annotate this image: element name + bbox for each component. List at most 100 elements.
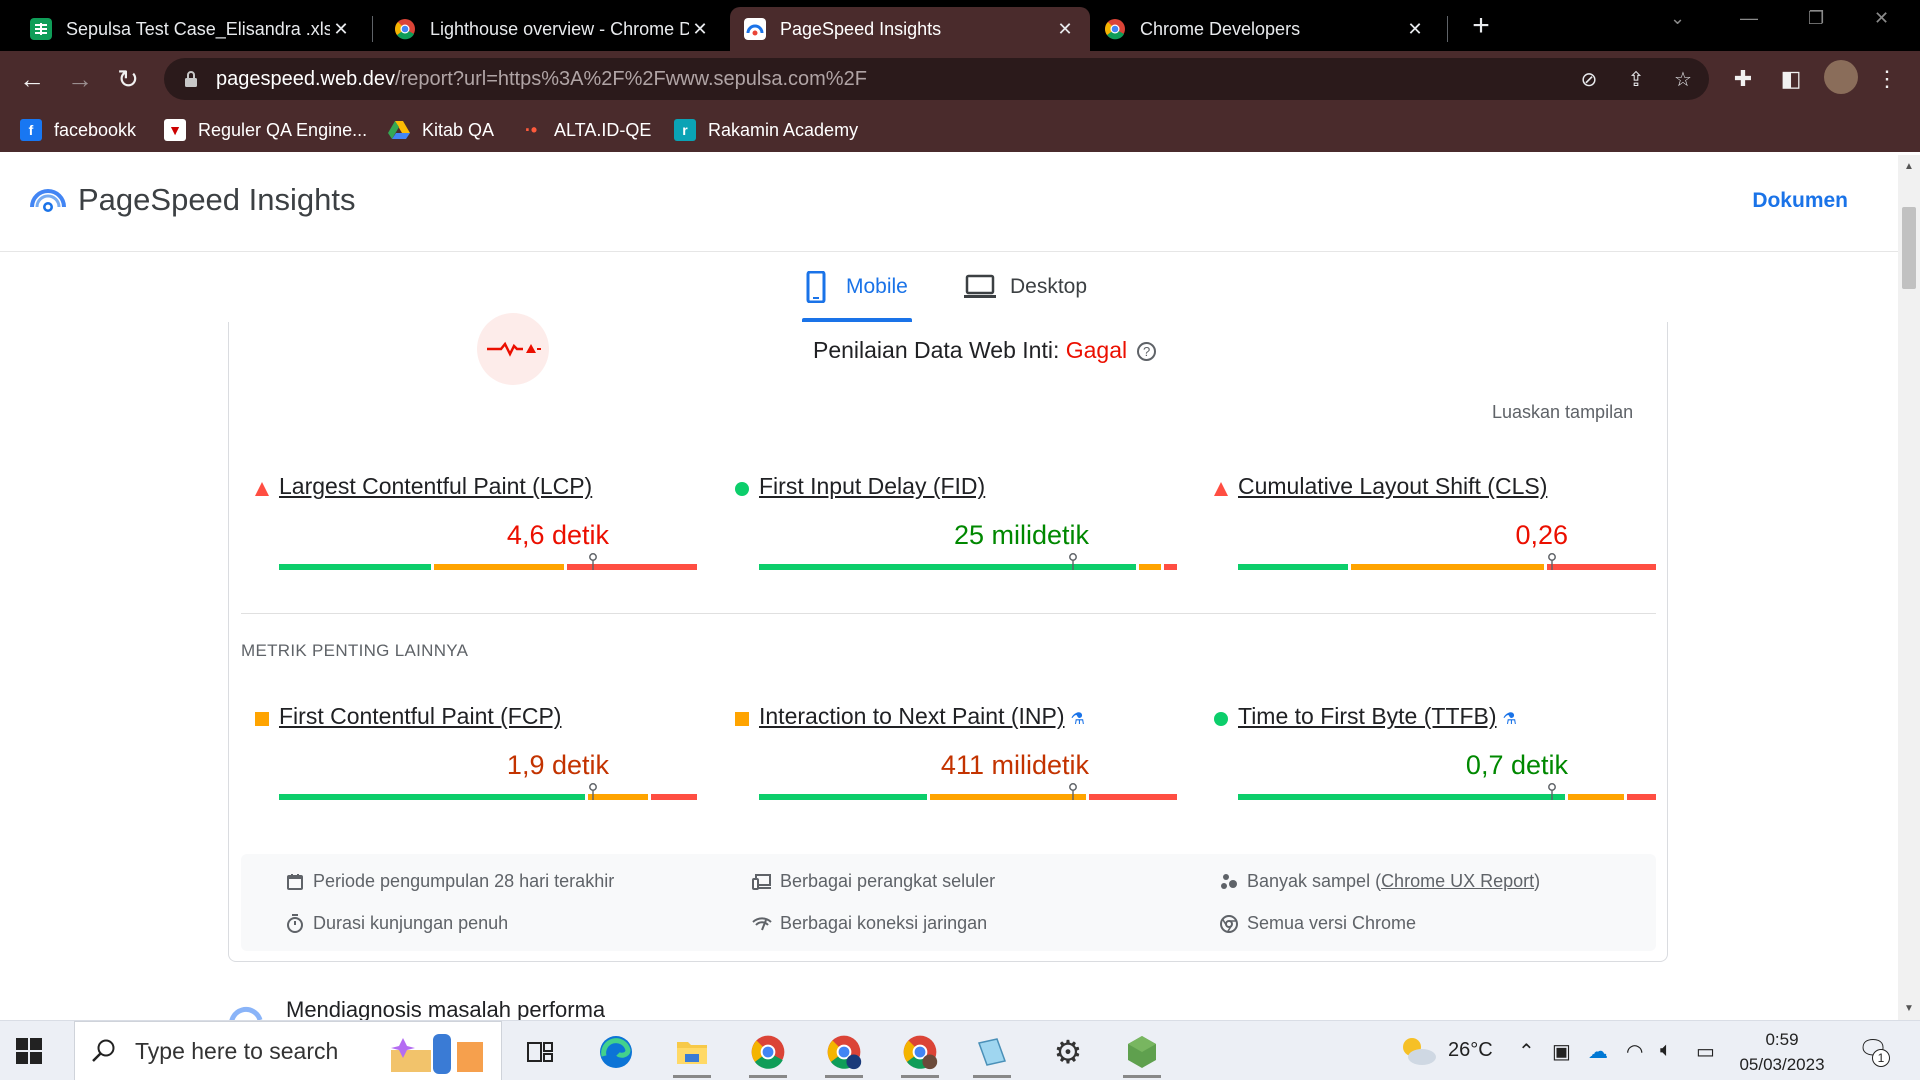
- share-icon[interactable]: ⇪: [1624, 67, 1648, 91]
- tab-sepulsa-test-case[interactable]: Sepulsa Test Case_Elisandra .xlsx ✕: [16, 7, 366, 51]
- close-window-button[interactable]: ✕: [1874, 8, 1889, 29]
- help-icon[interactable]: ?: [1137, 342, 1157, 361]
- battery-icon[interactable]: ▭: [1696, 1039, 1715, 1064]
- distribution-segment-average: [1568, 794, 1624, 800]
- tab-lighthouse-overview[interactable]: Lighthouse overview - Chrome D ✕: [380, 7, 725, 51]
- metric-value: 4,6 detik: [506, 520, 609, 550]
- tab-search-chevron-icon[interactable]: ⌄: [1670, 8, 1685, 29]
- eye-off-icon[interactable]: ⊘: [1577, 67, 1601, 91]
- tab-separator: [372, 16, 373, 42]
- settings-gear-icon[interactable]: ⚙: [1044, 1029, 1092, 1075]
- percentile-marker-icon: [1068, 553, 1078, 570]
- chrome-taskbar-icon[interactable]: [744, 1029, 792, 1078]
- forward-button[interactable]: →: [62, 61, 98, 97]
- bookmark-kitab-qa[interactable]: Kitab QA: [388, 116, 494, 144]
- metric-label[interactable]: First Input Delay (FID): [759, 473, 985, 500]
- scroll-thumb[interactable]: [1902, 207, 1916, 289]
- calendar-icon: [285, 872, 305, 892]
- metric-label[interactable]: Time to First Byte (TTFB) ⚗: [1238, 703, 1517, 730]
- new-tab-button[interactable]: +: [1466, 11, 1496, 42]
- metric-value: 0,7 detik: [1465, 750, 1568, 780]
- notifications-icon[interactable]: 🗨︎ 1: [1858, 1035, 1890, 1067]
- extensions-icon[interactable]: ✚: [1728, 64, 1758, 94]
- metric-label[interactable]: Interaction to Next Paint (INP) ⚗: [759, 703, 1085, 730]
- page-title[interactable]: PageSpeed Insights: [78, 182, 356, 218]
- metric-value: 25 milidetik: [953, 520, 1089, 550]
- tab-desktop[interactable]: Desktop: [964, 252, 1104, 322]
- address-bar[interactable]: pagespeed.web.dev/report?url=https%3A%2F…: [164, 58, 1709, 100]
- percentile-marker-icon: [588, 553, 598, 570]
- tab-chrome-developers[interactable]: Chrome Developers ✕: [1090, 7, 1440, 51]
- info-devices: Berbagai perangkat seluler: [752, 871, 995, 892]
- expand-view-toggle[interactable]: Luaskan tampilan: [1492, 402, 1633, 423]
- notepad-app-icon[interactable]: [968, 1029, 1016, 1078]
- chrome-ux-report-link[interactable]: Chrome UX Report: [1381, 871, 1534, 892]
- avatar[interactable]: [1824, 60, 1858, 94]
- url-host: pagespeed.web.dev: [216, 67, 396, 90]
- star-icon[interactable]: ☆: [1671, 67, 1695, 91]
- tab-pagespeed-insights[interactable]: PageSpeed Insights ✕: [730, 7, 1090, 51]
- close-icon[interactable]: ✕: [330, 18, 352, 40]
- phone-icon: [806, 271, 826, 303]
- distribution-segment-good: [759, 794, 928, 800]
- chrome-profile-user-icon[interactable]: [896, 1029, 944, 1078]
- side-panel-icon[interactable]: ◧: [1776, 64, 1806, 94]
- minimize-button[interactable]: —: [1740, 8, 1758, 29]
- metric-ttfb: Time to First Byte (TTFB) ⚗ 0,7 detik: [1214, 703, 1656, 823]
- bookmark-rakamin-academy[interactable]: r Rakamin Academy: [674, 116, 858, 144]
- metric-value: 1,9 detik: [506, 750, 609, 780]
- restore-button[interactable]: ❐: [1808, 8, 1824, 29]
- nodejs-icon[interactable]: [1118, 1029, 1166, 1078]
- task-view-icon[interactable]: [516, 1029, 564, 1075]
- show-hidden-icons-chevron-icon[interactable]: ⌃: [1518, 1039, 1535, 1064]
- reload-button[interactable]: ↻: [110, 61, 146, 97]
- close-icon[interactable]: ✕: [1404, 18, 1426, 40]
- close-icon[interactable]: ✕: [689, 18, 711, 40]
- bookmark-label: ALTA.ID-QE: [554, 119, 652, 140]
- metric-label[interactable]: Largest Contentful Paint (LCP): [279, 473, 592, 500]
- metric-label[interactable]: Cumulative Layout Shift (CLS): [1238, 473, 1547, 500]
- chrome-profile-e-icon[interactable]: [820, 1029, 868, 1078]
- tab-label: Mobile: [846, 275, 908, 298]
- percentile-marker-icon: [1547, 783, 1557, 800]
- scroll-up-arrow-icon[interactable]: ▲: [1898, 161, 1920, 172]
- file-explorer-icon[interactable]: [668, 1029, 716, 1078]
- volume-icon[interactable]: 🔈︎: [1660, 1039, 1672, 1062]
- temperature[interactable]: 26°C: [1448, 1039, 1493, 1062]
- bookmark-reguler-qa[interactable]: ▼ Reguler QA Engine...: [164, 116, 367, 144]
- distribution-bar: [759, 553, 1177, 570]
- running-indicator: [901, 1075, 939, 1078]
- edge-icon[interactable]: [592, 1029, 640, 1075]
- meet-now-icon[interactable]: ▣: [1552, 1039, 1571, 1064]
- distribution-bar: [759, 783, 1177, 800]
- laptop-icon: [964, 274, 996, 298]
- running-indicator: [673, 1075, 711, 1078]
- pagespeed-logo-icon[interactable]: [28, 181, 68, 221]
- taskbar-search-box[interactable]: Type here to search: [74, 1021, 502, 1080]
- system-clock[interactable]: 0:59 05/03/2023: [1718, 1027, 1846, 1077]
- metric-label[interactable]: First Contentful Paint (FCP): [279, 703, 561, 730]
- page-scrollbar[interactable]: ▲ ▼: [1898, 155, 1920, 1020]
- tab-mobile[interactable]: Mobile: [802, 252, 912, 322]
- wifi-icon[interactable]: ◠: [1626, 1039, 1643, 1064]
- bookmark-icon: ▼: [164, 119, 186, 141]
- poor-triangle-icon: [255, 482, 269, 496]
- timer-icon: [285, 913, 305, 934]
- clock-time: 0:59: [1765, 1030, 1799, 1049]
- close-icon[interactable]: ✕: [1054, 18, 1076, 40]
- weather-partly-sunny-icon[interactable]: [1398, 1033, 1438, 1069]
- onedrive-cloud-icon[interactable]: ☁: [1588, 1039, 1608, 1064]
- back-button[interactable]: ←: [14, 61, 50, 97]
- windows-start-icon[interactable]: [16, 1038, 42, 1064]
- percentile-marker-icon: [588, 783, 598, 800]
- bookmark-alta-id-qe[interactable]: ·• ALTA.ID-QE: [520, 116, 652, 144]
- bookmark-facebookk[interactable]: f facebookk: [20, 116, 136, 144]
- sheets-icon: [30, 18, 52, 40]
- running-indicator: [825, 1075, 863, 1078]
- docs-link[interactable]: Dokumen: [1752, 189, 1848, 213]
- distribution-segment-good: [1238, 564, 1348, 570]
- scroll-down-arrow-icon[interactable]: ▼: [1898, 1003, 1920, 1014]
- more-menu-icon[interactable]: ⋮: [1872, 64, 1902, 94]
- metric-label-text: First Input Delay (FID): [759, 473, 986, 499]
- tab-title: Chrome Developers: [1140, 18, 1301, 39]
